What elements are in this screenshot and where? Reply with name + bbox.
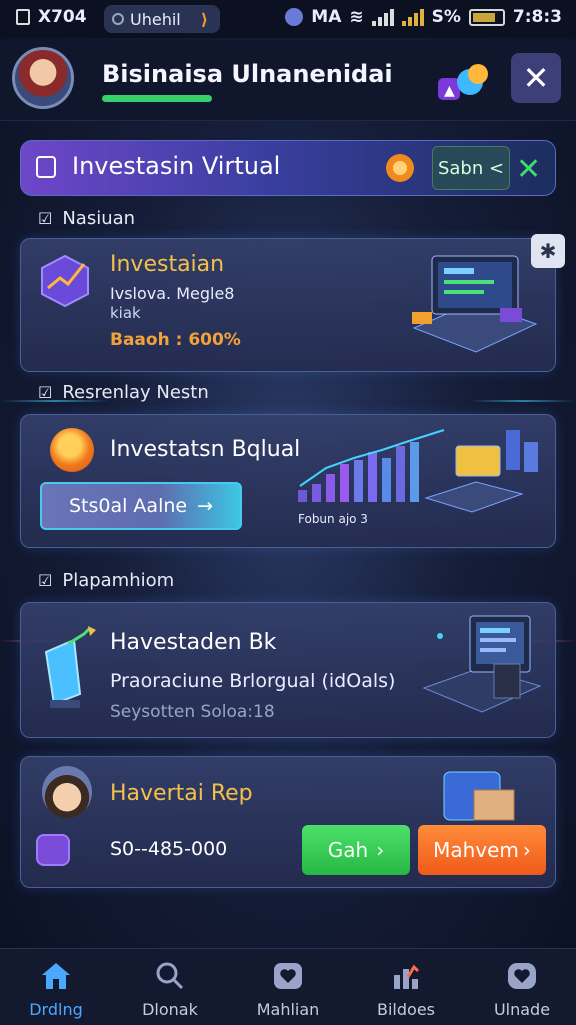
gem-icon[interactable]: ▲	[436, 62, 492, 106]
nav-item-search[interactable]: Dlonak	[120, 950, 220, 1024]
signal-icon-2	[401, 8, 424, 26]
status-pill: Uhehil ⟩	[104, 5, 220, 33]
arrow-right-icon: →	[197, 495, 214, 517]
check-icon: ☑	[38, 571, 53, 590]
nav-item-updates[interactable]: Ulnade	[472, 950, 572, 1024]
nav-item-favorites[interactable]: Mahlian	[238, 950, 338, 1024]
section-label-text: Resrenlay Nestn	[62, 382, 209, 403]
action-button[interactable]: Sts0al Aalne →	[40, 482, 242, 530]
section-label: ☑ Nasiuan	[38, 208, 135, 229]
svg-text:▲: ▲	[444, 83, 455, 99]
nav-label: Ulnade	[493, 1000, 551, 1019]
nav-label: Dlonak	[142, 1000, 198, 1019]
avatar[interactable]	[12, 47, 74, 109]
record-icon	[112, 13, 124, 25]
card-note: Seysotten Soloa:18	[110, 702, 275, 722]
heart-icon	[271, 960, 305, 992]
package-illustration	[443, 771, 515, 821]
chevron-icon: ⟩	[200, 9, 209, 29]
more-button[interactable]: Mahvem ›	[418, 825, 546, 875]
card-subtitle: Praoraciune Brlorgual (idOals)	[110, 670, 396, 692]
wifi-icon: ≋	[349, 7, 364, 27]
search-icon	[153, 960, 187, 992]
chart-caption: Fobun ajo 3	[298, 512, 368, 526]
avatar	[42, 766, 92, 818]
more-button-label: Mahvem	[433, 838, 519, 862]
chevron-right-icon: ›	[376, 838, 385, 862]
card-title: Havertai Rep	[110, 781, 253, 806]
nav-label: Drdlng	[29, 1000, 83, 1019]
coin-icon	[50, 428, 94, 472]
chart-icon	[389, 960, 423, 992]
card-stat: Baaoh : 600%	[110, 330, 241, 350]
nav-label: Mahlian	[256, 1000, 320, 1019]
nav-item-stats[interactable]: Bildoes	[356, 950, 456, 1024]
carrier-icon	[285, 8, 304, 26]
portfolio-value: S0--485-000	[110, 838, 228, 860]
action-button-label: Sts0al Aalne	[68, 495, 188, 517]
puzzle-icon[interactable]: ✱	[531, 234, 565, 268]
virtual-bar-title: Investasin Virtual	[72, 152, 281, 180]
progress-bar	[102, 95, 212, 102]
section-label: ☑ Plapamhiom	[38, 570, 174, 591]
chip-icon	[36, 834, 70, 866]
crystal-icon	[44, 626, 96, 708]
save-button[interactable]: Sabn <	[432, 146, 510, 190]
close-button[interactable]: ✕	[511, 53, 561, 103]
background-glow	[470, 400, 576, 402]
section-label-text: Nasiuan	[62, 208, 136, 229]
signal-icon	[371, 8, 394, 26]
status-left-text: Ⅹ704	[38, 7, 87, 27]
card-subtitle: Ivslova. Megle8	[110, 284, 235, 303]
tag-icon	[36, 156, 56, 178]
card-title: Investaian	[110, 252, 225, 277]
dismiss-icon[interactable]: ✕	[516, 152, 541, 187]
section-label: ☑ Resrenlay Nestn	[38, 382, 209, 403]
page-title: Bisinaisa Ulnanenidai	[102, 60, 393, 88]
nav-label: Bildoes	[377, 1000, 435, 1019]
home-icon	[39, 960, 73, 992]
check-icon: ☑	[38, 209, 53, 228]
heart-icon	[505, 960, 539, 992]
cube-icon	[41, 254, 89, 308]
card-title: Havestaden Bk	[110, 630, 277, 655]
coin-icon	[386, 154, 414, 182]
chevron-right-icon: ›	[522, 838, 531, 862]
section-label-text: Plapamhiom	[62, 570, 175, 591]
nav-item-home[interactable]: Drdlng	[6, 950, 106, 1024]
card-subtitle: kiak	[110, 304, 141, 322]
carrier-text: MA	[311, 7, 342, 27]
battery-icon	[468, 8, 505, 26]
status-bar: Ⅹ704 Uhehil ⟩ MA ≋ S% 7:8:3	[0, 0, 576, 38]
gain-button[interactable]: Gah ›	[302, 825, 410, 875]
clock: 7:8:3	[512, 7, 562, 27]
close-icon: ✕	[522, 59, 550, 97]
gain-button-label: Gah	[327, 838, 369, 862]
check-icon: ☑	[38, 383, 53, 402]
monitor-illustration	[422, 615, 542, 713]
battery-percent: S%	[431, 7, 461, 27]
status-pill-text: Uhehil	[130, 9, 181, 29]
sim-icon	[16, 9, 30, 25]
laptop-illustration	[412, 255, 538, 353]
card-title: Investatsn Bqlual	[110, 437, 301, 462]
growth-chart-illustration	[298, 429, 538, 513]
